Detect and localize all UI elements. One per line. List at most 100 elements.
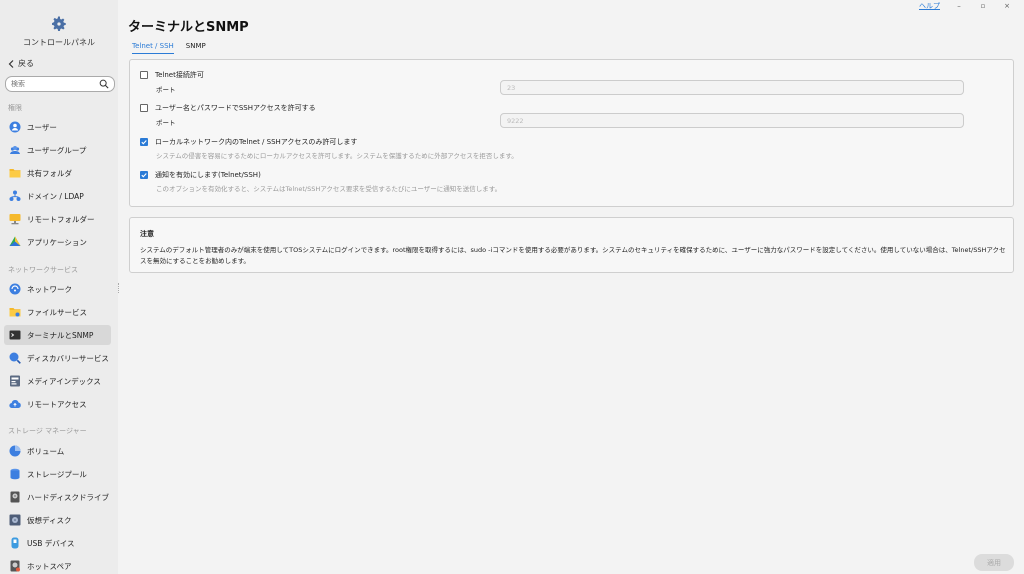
hard-disk-icon xyxy=(10,491,20,503)
sidebar-item-volume[interactable]: ボリューム xyxy=(4,441,111,461)
media-index-icon xyxy=(10,375,20,387)
local-only-hint: システムの侵害を容易にするためにローカルアクセスを許可します。システムを保護する… xyxy=(156,152,518,160)
note-title: 注意 xyxy=(140,230,154,238)
sidebar: コントロールパネル 戻る 権限 ユーザー ユーザーグループ 共有フォルダ ドメイ… xyxy=(0,0,118,574)
tab-snmp[interactable]: SNMP xyxy=(186,42,206,54)
domain-icon xyxy=(9,190,21,201)
volume-icon xyxy=(9,445,21,457)
folder-icon xyxy=(9,169,21,178)
telnet-option: Telnet接続許可 xyxy=(140,70,204,80)
search-box xyxy=(5,76,115,92)
telnet-port-input[interactable]: 23 xyxy=(500,80,964,95)
minimize-button[interactable]: – xyxy=(954,2,964,10)
sidebar-item-storage-pool[interactable]: ストレージプール xyxy=(4,464,111,484)
notify-checkbox[interactable] xyxy=(140,171,148,179)
local-only-option: ローカルネットワーク内のTelnet / SSHアクセスのみ許可します xyxy=(140,137,357,147)
sidebar-item-hot-spare[interactable]: ホットスペア xyxy=(4,556,111,574)
sidebar-item-label: リモートアクセス xyxy=(27,399,87,409)
sidebar-item-domain-ldap[interactable]: ドメイン / LDAP xyxy=(4,186,111,206)
sidebar-item-hard-disk-drive[interactable]: ハードディスクドライブ xyxy=(4,487,111,507)
remote-access-icon xyxy=(9,400,21,409)
maximize-button[interactable]: ▫ xyxy=(978,2,988,10)
back-label: 戻る xyxy=(18,59,34,68)
file-service-icon xyxy=(9,308,21,317)
apply-button[interactable]: 適用 xyxy=(974,554,1014,571)
sidebar-item-label: ディスカバリーサービス xyxy=(27,353,109,363)
user-icon xyxy=(9,121,21,133)
ssh-port-input[interactable]: 9222 xyxy=(500,113,964,128)
sidebar-item-file-service[interactable]: ファイルサービス xyxy=(4,302,111,322)
application-icon xyxy=(9,236,21,246)
notify-option: 通知を有効にします(Telnet/SSH) xyxy=(140,170,261,180)
sidebar-item-application[interactable]: アプリケーション xyxy=(4,232,111,252)
sidebar-item-label: リモートフォルダー xyxy=(27,214,95,224)
ssh-checkbox[interactable] xyxy=(140,104,148,112)
sidebar-item-shared-folder[interactable]: 共有フォルダ xyxy=(4,163,111,183)
telnet-ssh-settings-panel: Telnet接続許可 ポート 23 ユーザー名とパスワードでSSHアクセスを許可… xyxy=(129,59,1014,207)
notify-hint: このオプションを有効化すると、システムはTelnet/SSHアクセス要求を受信す… xyxy=(156,185,502,193)
section-permissions: 権限 xyxy=(8,104,22,112)
note-panel: 注意 システムのデフォルト管理者のみが端末を使用してTOSシステムにログインでき… xyxy=(129,217,1014,273)
telnet-checkbox[interactable] xyxy=(140,71,148,79)
tab-bar: Telnet / SSH SNMP xyxy=(132,42,206,54)
sidebar-item-media-index[interactable]: メディアインデックス xyxy=(4,371,111,391)
virtual-disk-icon xyxy=(9,514,21,526)
sidebar-item-user[interactable]: ユーザー xyxy=(4,117,111,137)
usb-icon xyxy=(11,537,19,549)
sidebar-item-label: ホットスペア xyxy=(27,561,72,571)
sidebar-item-label: ターミナルとSNMP xyxy=(27,330,94,340)
local-only-checkbox[interactable] xyxy=(140,138,148,146)
search-input[interactable] xyxy=(11,80,99,88)
sidebar-item-label: ドメイン / LDAP xyxy=(27,191,84,201)
sidebar-item-user-group[interactable]: ユーザーグループ xyxy=(4,140,111,160)
section-network-services: ネットワークサービス xyxy=(8,266,78,274)
local-only-label: ローカルネットワーク内のTelnet / SSHアクセスのみ許可します xyxy=(155,138,358,146)
sidebar-item-terminal-snmp[interactable]: ターミナルとSNMP xyxy=(4,325,111,345)
sidebar-item-usb-device[interactable]: USB デバイス xyxy=(4,533,111,553)
ssh-option: ユーザー名とパスワードでSSHアクセスを許可する xyxy=(140,103,316,113)
sidebar-item-label: USB デバイス xyxy=(27,538,75,548)
telnet-label: Telnet接続許可 xyxy=(155,71,204,79)
ssh-port-label: ポート xyxy=(156,119,176,127)
sidebar-item-label: ファイルサービス xyxy=(27,307,87,317)
user-group-icon xyxy=(10,146,20,154)
sidebar-item-label: ストレージプール xyxy=(27,469,87,479)
hot-spare-icon xyxy=(10,560,20,572)
note-body: システムのデフォルト管理者のみが端末を使用してTOSシステムにログインできます。… xyxy=(140,246,1006,265)
sidebar-item-label: 仮想ディスク xyxy=(27,515,72,525)
search-icon[interactable] xyxy=(99,79,109,89)
checkmark-icon xyxy=(141,173,147,178)
chevron-left-icon xyxy=(8,59,14,68)
telnet-port-label: ポート xyxy=(156,86,176,94)
sidebar-item-label: ユーザーグループ xyxy=(27,145,87,155)
checkmark-icon xyxy=(141,140,147,145)
section-storage-manager: ストレージ マネージャー xyxy=(8,427,87,435)
ssh-label: ユーザー名とパスワードでSSHアクセスを許可する xyxy=(155,104,316,112)
sidebar-item-label: ユーザー xyxy=(27,122,57,132)
close-button[interactable]: × xyxy=(1002,2,1012,10)
page-title: ターミナルとSNMP xyxy=(128,20,249,35)
sidebar-item-label: ボリューム xyxy=(27,446,65,456)
sidebar-item-virtual-disk[interactable]: 仮想ディスク xyxy=(4,510,111,530)
window-controls: ヘルプ – ▫ × xyxy=(919,0,1024,12)
sidebar-item-label: ハードディスクドライブ xyxy=(27,492,109,502)
gear-icon xyxy=(52,16,66,31)
network-icon xyxy=(9,283,21,295)
sidebar-item-remote-access[interactable]: リモートアクセス xyxy=(4,394,111,414)
discovery-icon xyxy=(9,352,21,364)
remote-folder-icon xyxy=(9,214,21,225)
sidebar-item-label: ネットワーク xyxy=(27,284,72,294)
sidebar-item-label: 共有フォルダ xyxy=(27,168,72,178)
tab-telnet-ssh[interactable]: Telnet / SSH xyxy=(132,42,174,54)
sidebar-item-remote-folder[interactable]: リモートフォルダー xyxy=(4,209,111,229)
help-link[interactable]: ヘルプ xyxy=(919,1,940,11)
sidebar-item-label: アプリケーション xyxy=(27,237,87,247)
terminal-icon xyxy=(9,330,21,340)
main-content: ヘルプ – ▫ × ターミナルとSNMP Telnet / SSH SNMP T… xyxy=(118,0,1024,574)
sidebar-header: コントロールパネル xyxy=(0,0,118,48)
notify-label: 通知を有効にします(Telnet/SSH) xyxy=(155,171,261,179)
sidebar-item-network[interactable]: ネットワーク xyxy=(4,279,111,299)
back-button[interactable]: 戻る xyxy=(8,58,34,69)
sidebar-item-discovery-service[interactable]: ディスカバリーサービス xyxy=(4,348,111,368)
sidebar-item-label: メディアインデックス xyxy=(27,376,101,386)
